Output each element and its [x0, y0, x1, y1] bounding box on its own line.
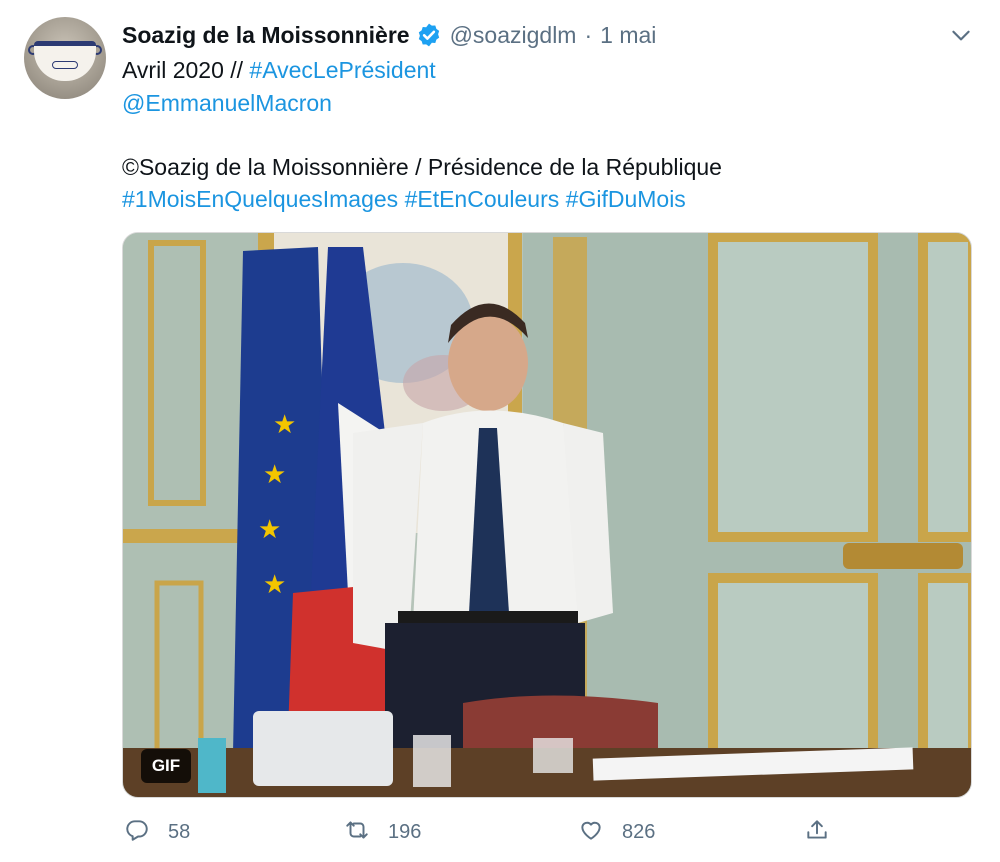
tweet-date[interactable]: 1 mai [600, 22, 656, 49]
avatar[interactable] [24, 17, 106, 99]
like-icon [578, 817, 604, 848]
media-gif[interactable]: ★ ★ ★ ★ GIF [122, 232, 972, 798]
door-panel [918, 573, 971, 763]
desk-phone [253, 711, 393, 786]
reply-count: 58 [168, 820, 191, 843]
hashtag-link[interactable]: #AvecLePrésident [249, 57, 435, 83]
tweet-text-line-3: ©Soazig de la Moissonnière / Présidence … [122, 151, 722, 183]
reply-icon [124, 817, 150, 848]
retweet-button[interactable]: 196 [344, 814, 421, 850]
person-belt [398, 611, 578, 625]
gif-badge: GIF [141, 749, 191, 783]
tweet-actions: 58 196 826 [0, 814, 1000, 850]
tweet-text: Avril 2020 // [122, 57, 250, 83]
door-handle [843, 543, 963, 569]
desk-glass [413, 735, 451, 787]
chevron-down-icon[interactable] [948, 22, 974, 48]
tweet-header: Soazig de la Moissonnière @soazigdlm · 1… [122, 20, 656, 50]
share-button[interactable] [804, 814, 830, 850]
desk-glass [533, 738, 573, 773]
wall-panel-left [123, 233, 253, 797]
retweet-icon [344, 817, 370, 848]
reply-button[interactable]: 58 [124, 814, 190, 850]
hashtag-link[interactable]: #GifDuMois [566, 186, 686, 212]
eu-flag-star: ★ [263, 460, 286, 490]
mention-link[interactable]: @EmmanuelMacron [122, 90, 332, 116]
display-name[interactable]: Soazig de la Moissonnière [122, 22, 410, 49]
hashtag-link[interactable]: #1MoisEnQuelquesImages [122, 186, 398, 212]
desk-bottle [198, 738, 226, 793]
user-handle[interactable]: @soazigdlm [450, 22, 577, 49]
media-image: ★ ★ ★ ★ [123, 233, 971, 797]
separator-dot: · [584, 21, 593, 48]
door-panel [708, 573, 878, 763]
door-panel [918, 233, 971, 542]
eu-flag-star: ★ [258, 515, 281, 545]
photo-credit: ©Soazig de la Moissonnière / Présidence … [122, 154, 722, 180]
eu-flag-star: ★ [263, 570, 286, 600]
retweet-count: 196 [388, 820, 422, 843]
eu-flag-star: ★ [273, 410, 296, 440]
door-panel [708, 233, 878, 542]
share-icon [804, 817, 830, 848]
like-count: 826 [622, 820, 656, 843]
verified-badge-icon [416, 22, 442, 48]
tweet-text-line-1: Avril 2020 // #AvecLePrésident [122, 54, 436, 86]
like-button[interactable]: 826 [578, 814, 655, 850]
avatar-bowl-label [52, 61, 78, 69]
hashtag-link[interactable]: #EtEnCouleurs [405, 186, 560, 212]
tweet-text-line-4: #1MoisEnQuelquesImages #EtEnCouleurs #Gi… [122, 183, 686, 215]
tweet-text-line-2: @EmmanuelMacron [122, 87, 332, 119]
